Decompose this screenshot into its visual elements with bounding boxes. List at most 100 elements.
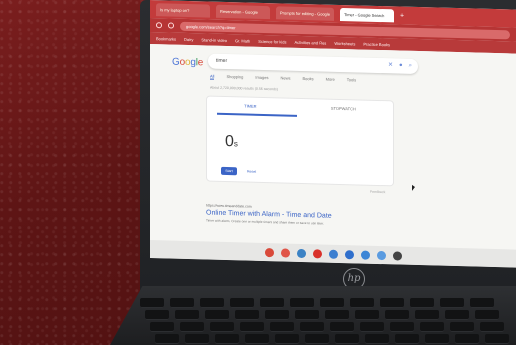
timer-tab[interactable]: TIMER [244,103,256,108]
shelf-app-icon[interactable] [296,248,306,258]
bookmark-item[interactable]: Stand-in video [201,37,227,43]
timer-widget: TIMER STOPWATCH 0s Start Reset [206,95,394,187]
keyboard-key [390,322,414,332]
keyboard-key [330,322,354,332]
tab-all[interactable]: All [210,73,215,80]
keyboard-key [325,310,349,320]
keyboard-key [175,310,199,320]
shelf-app-icon[interactable] [312,248,322,258]
google-logo[interactable]: Google [172,57,203,69]
keyboard-key [140,298,164,308]
keyboard-key [320,298,344,308]
keyboard [140,298,516,345]
new-tab-icon[interactable]: + [400,12,404,19]
keyboard-key [415,310,439,320]
search-input[interactable]: timer ✕ ● ⌕ [208,53,418,75]
bookmark-item[interactable]: Gr. Math [235,38,250,43]
shelf-app-icon[interactable] [328,249,338,259]
keyboard-key [305,334,329,344]
keyboard-key [275,334,299,344]
browser-tab-active[interactable]: Timer - Google Search [340,7,395,22]
browser-tab[interactable]: Reservation - Google [216,4,270,19]
keyboard-key [355,310,379,320]
bookmark-item[interactable]: Activities and Res [295,39,327,45]
mouse-cursor-icon [412,184,415,191]
reload-icon[interactable] [168,22,174,29]
tab-tools[interactable]: Tools [347,77,356,83]
keyboard-key [290,298,314,308]
stopwatch-tab[interactable]: STOPWATCH [331,106,356,112]
shelf-app-icon[interactable] [360,250,370,260]
keyboard-key [245,334,269,344]
keyboard-key [270,322,294,332]
keyboard-key [455,334,479,344]
keyboard-key [410,298,434,308]
keyboard-key [360,322,384,332]
keyboard-key [295,310,319,320]
keyboard-key [470,298,494,308]
search-icon[interactable]: ⌕ [409,59,412,74]
keyboard-key [475,310,499,320]
google-results-page: Google timer ✕ ● ⌕ All Shopping Images N… [150,44,516,254]
keyboard-key [425,334,449,344]
keyboard-key [235,310,259,320]
reset-button[interactable]: Reset [247,168,256,176]
tab-images[interactable]: Images [255,75,268,81]
tab-news[interactable]: News [280,75,290,81]
keyboard-key [300,322,324,332]
keyboard-key [480,322,504,332]
keyboard-key [440,298,464,308]
shelf-app-icon[interactable] [344,249,354,259]
microphone-icon[interactable]: ● [399,59,403,74]
keyboard-key [385,310,409,320]
bookmark-item[interactable]: Worksheets [334,40,355,46]
tab-more[interactable]: More [326,77,335,83]
keyboard-key [350,298,374,308]
tab-shopping[interactable]: Shopping [226,74,243,80]
laptop-screen: Is my laptop on? Reservation - Google Pr… [150,0,516,268]
timer-tab-indicator [217,112,297,117]
search-query: timer [216,57,228,65]
shelf-app-icon[interactable] [264,247,274,257]
keyboard-key [485,334,509,344]
keyboard-key [145,310,169,320]
keyboard-key [210,322,234,332]
keyboard-key [180,322,204,332]
bookmark-item[interactable]: Dairy [184,36,193,41]
timer-display[interactable]: 0s [225,133,238,151]
keyboard-key [445,310,469,320]
bookmark-item[interactable]: Practice Books [363,41,390,47]
shelf-app-icon[interactable] [392,250,402,261]
keyboard-key [215,334,239,344]
keyboard-key [335,334,359,344]
keyboard-key [450,322,474,332]
keyboard-key [420,322,444,332]
keyboard-key [240,322,264,332]
keyboard-key [150,322,174,332]
feedback-link[interactable]: Feedback [370,190,385,194]
keyboard-key [230,298,254,308]
back-icon[interactable] [156,22,162,29]
browser-tab[interactable]: Prompts for editing - Google [276,5,335,21]
result-stats: About 2,720,000,000 results (0.56 second… [210,85,278,92]
browser-tab[interactable]: Is my laptop on? [156,2,210,18]
keyboard-key [395,334,419,344]
keyboard-key [265,310,289,320]
clear-icon[interactable]: ✕ [388,58,393,73]
tab-books[interactable]: Books [303,76,314,82]
keyboard-key [365,334,389,344]
bookmark-item[interactable]: Bookmarks [156,36,176,42]
shelf-app-icon[interactable] [376,250,386,260]
results-tab-bar: All Shopping Images News Books More Tool… [210,73,356,84]
search-result: https://www.timeanddate.com Online Timer… [206,203,406,228]
keyboard-key [200,298,224,308]
keyboard-key [155,334,179,344]
start-button[interactable]: Start [221,166,237,176]
keyboard-key [170,298,194,308]
shelf-app-icon[interactable] [280,247,290,258]
keyboard-key [205,310,229,320]
bookmark-item[interactable]: Science for kids [258,38,286,44]
keyboard-key [185,334,209,344]
keyboard-key [380,298,404,308]
keyboard-key [260,298,284,308]
